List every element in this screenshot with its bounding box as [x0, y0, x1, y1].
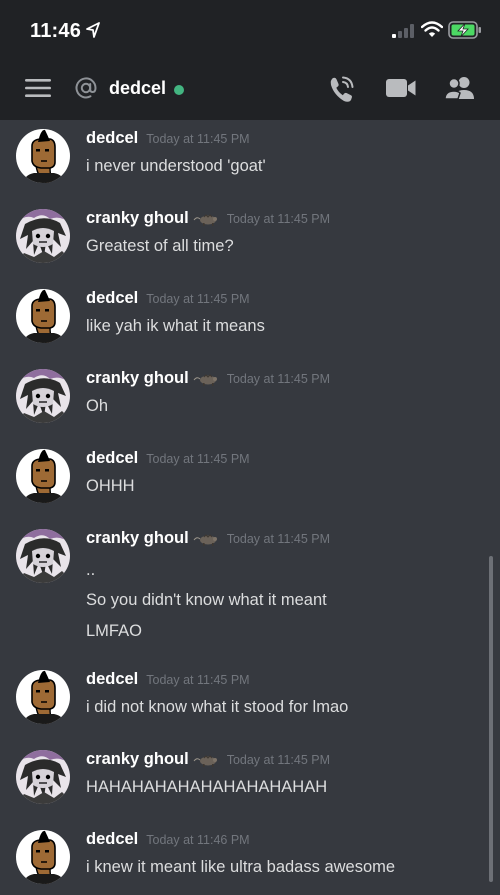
scrollbar[interactable]	[489, 556, 493, 882]
location-arrow-icon	[86, 22, 100, 38]
message-timestamp: Today at 11:45 PM	[146, 451, 250, 466]
message-timestamp: Today at 11:45 PM	[146, 291, 250, 306]
message-author[interactable]: cranky ghoul	[86, 750, 189, 768]
voice-call-icon[interactable]	[328, 74, 356, 104]
message-item[interactable]: dedcel Today at 11:45 PM OHHH	[0, 449, 500, 497]
user-avatar[interactable]	[16, 289, 70, 343]
at-icon	[75, 77, 97, 99]
message-timestamp: Today at 11:45 PM	[226, 752, 331, 767]
members-icon[interactable]	[444, 76, 476, 100]
menu-icon[interactable]	[25, 78, 51, 98]
message-text: i did not know what it stood for lmao	[86, 698, 349, 716]
message-timestamp: Today at 11:45 PM	[226, 211, 331, 226]
message-text: ..	[86, 561, 96, 579]
message-text: So you didn't know what it meant	[86, 591, 327, 609]
message-author[interactable]: cranky ghoul	[86, 209, 189, 227]
wifi-icon	[421, 21, 443, 37]
user-avatar[interactable]	[16, 529, 70, 583]
user-avatar[interactable]	[16, 830, 70, 884]
message-item[interactable]: dedcel Today at 11:45 PM i never understo…	[0, 129, 500, 177]
user-avatar[interactable]	[16, 670, 70, 724]
message-timestamp: Today at 11:45 PM	[226, 371, 331, 386]
rat-badge-icon	[193, 372, 219, 386]
user-avatar[interactable]	[16, 750, 70, 804]
battery-charging-icon	[448, 21, 481, 39]
message-author[interactable]: cranky ghoul	[86, 369, 189, 387]
message-item[interactable]: dedcel Today at 11:46 PM i knew it meant …	[0, 830, 500, 878]
channel-title: dedcel	[109, 78, 167, 98]
user-avatar[interactable]	[16, 209, 70, 263]
online-status-indicator	[174, 85, 184, 95]
message-author[interactable]: dedcel	[86, 289, 138, 307]
message-text: i never understood 'goat'	[86, 157, 266, 175]
message-author[interactable]: dedcel	[86, 670, 138, 688]
message-text: Oh	[86, 397, 109, 415]
message-author[interactable]: dedcel	[86, 830, 138, 848]
message-author[interactable]: dedcel	[86, 449, 138, 467]
rat-badge-icon	[193, 212, 219, 226]
message-author[interactable]: dedcel	[86, 129, 138, 147]
message-item[interactable]: dedcel Today at 11:45 PM i did not know w…	[0, 670, 500, 718]
message-timestamp: Today at 11:45 PM	[226, 531, 331, 546]
video-call-icon[interactable]	[386, 78, 416, 98]
user-avatar[interactable]	[16, 449, 70, 503]
signal-icon	[392, 24, 414, 38]
message-item[interactable]: cranky ghoul Today at 11:45 PM Oh	[0, 369, 500, 417]
message-text: like yah ik what it means	[86, 317, 265, 335]
message-item[interactable]: cranky ghoul Today at 11:45 PM HAHAHAHAHA…	[0, 750, 500, 798]
status-bar: 11:46	[0, 0, 500, 58]
message-text: i knew it meant like ultra badass awesom…	[86, 858, 396, 876]
channel-header: dedcel	[0, 58, 500, 120]
message-timestamp: Today at 11:45 PM	[146, 672, 250, 687]
message-text: LMFAO	[86, 622, 142, 640]
message-text: OHHH	[86, 477, 135, 495]
message-item[interactable]: cranky ghoul Today at 11:45 PM .. So you …	[0, 529, 500, 642]
message-author[interactable]: cranky ghoul	[86, 529, 189, 547]
user-avatar[interactable]	[16, 129, 70, 183]
user-avatar[interactable]	[16, 369, 70, 423]
message-timestamp: Today at 11:45 PM	[146, 131, 250, 146]
message-timestamp: Today at 11:46 PM	[146, 832, 250, 847]
message-text: HAHAHAHAHAHAHAHAHAHAH	[86, 778, 328, 796]
rat-badge-icon	[193, 753, 219, 767]
message-item[interactable]: dedcel Today at 11:45 PM like yah ik what…	[0, 289, 500, 337]
message-list[interactable]: dedcel Today at 11:45 PM i never understo…	[0, 120, 500, 895]
rat-badge-icon	[193, 532, 219, 546]
status-time: 11:46	[30, 20, 82, 42]
message-item[interactable]: cranky ghoul Today at 11:45 PM Greatest o…	[0, 209, 500, 257]
message-text: Greatest of all time?	[86, 237, 234, 255]
